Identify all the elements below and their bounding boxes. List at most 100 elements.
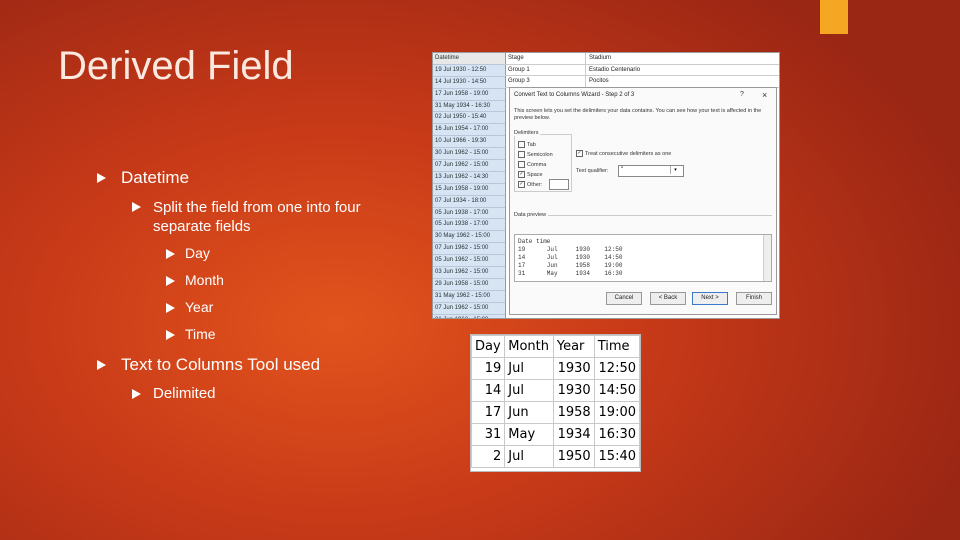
datetime-cell: 01 Jun 1962 - 15:00	[433, 315, 505, 318]
comma-checkbox[interactable]: Comma	[518, 161, 546, 168]
datetime-header: Datetime	[433, 53, 505, 65]
check-icon: ✓	[518, 181, 525, 188]
table-cell: 14:50	[593, 379, 641, 402]
bullet-arrow-icon	[97, 173, 106, 183]
top-grid: Stage Stadium Group 1 Estadio Centenario G…	[505, 53, 779, 88]
datetime-cell: 31 May 1962 - 15:00	[433, 291, 505, 303]
wizard-description: This screen lets you set the delimiters …	[514, 108, 762, 121]
result-table: Day Month Year Time 19 Jul 1930 12:50 14 Jul 1…	[470, 334, 641, 472]
table-cell: 31	[470, 423, 506, 446]
datetime-cell: 07 Jun 1962 - 15:00	[433, 243, 505, 256]
consecutive-delimiters-checkbox[interactable]: ✓ Treat consecutive delimiters as one	[576, 150, 671, 157]
header-time: Time	[593, 335, 641, 358]
table-row: 14 Jul 1930 14:50	[470, 379, 641, 402]
checkbox-label: Semicolon	[527, 151, 553, 158]
grid-cell: Estadio Centenario	[589, 66, 641, 73]
text-qualifier-label: Text qualifier:	[576, 168, 609, 174]
grid-cell: Pocitos	[589, 78, 609, 85]
bullet-split-field: Split the field from one into four separ…	[153, 199, 361, 235]
checkbox-label: Space	[527, 171, 543, 178]
bullet-delimited: Delimited	[153, 385, 216, 402]
finish-button[interactable]: Finish	[736, 292, 772, 305]
table-row: 19 Jul 1930 12:50	[470, 357, 641, 380]
split-fields-table: Day Month Year Time 19 Jul 1930 12:50 14 Jul 1…	[470, 335, 641, 468]
text-to-columns-wizard: Convert Text to Columns Wizard - Step 2 …	[509, 87, 777, 315]
header-month: Month	[504, 335, 554, 358]
next-button[interactable]: Next >	[692, 292, 728, 305]
slide-title: Derived Field	[58, 44, 294, 88]
datetime-cell: 05 Jun 1938 - 17:00	[433, 219, 505, 232]
datetime-cell: 03 Jun 1962 - 15:00	[433, 267, 505, 279]
table-cell: 15:40	[593, 445, 641, 468]
help-icon[interactable]: ?	[740, 91, 744, 98]
table-cell: 1930	[552, 379, 595, 402]
table-row: 31 May 1934 16:30	[470, 423, 641, 446]
table-row: 2 Jul 1950 15:40	[470, 445, 641, 468]
datetime-cell: 10 Jul 1966 - 19:30	[433, 136, 505, 149]
grid-cell: Stadium	[589, 55, 612, 61]
table-cell: 19:00	[593, 401, 641, 424]
datetime-cell: 31 May 1934 - 16:30	[433, 101, 505, 113]
datetime-cell: 19 Jul 1930 - 12:50	[433, 65, 505, 77]
space-checkbox[interactable]: ✓ Space	[518, 171, 543, 178]
datetime-cell: 30 Jun 1962 - 15:00	[433, 148, 505, 161]
bullet-arrow-icon	[166, 330, 175, 340]
datetime-cell: 14 Jul 1930 - 14:50	[433, 77, 505, 89]
table-cell: 19	[470, 357, 506, 380]
grid-cell: Group 3	[505, 76, 586, 87]
back-button[interactable]: < Back	[650, 292, 686, 305]
bullet-datetime: Datetime	[121, 168, 190, 187]
header-year: Year	[552, 335, 595, 358]
table-cell: 1934	[552, 423, 595, 446]
datetime-cell: 17 Jun 1958 - 19:00	[433, 89, 505, 101]
table-cell: 1958	[552, 401, 595, 424]
other-delimiter-input[interactable]	[549, 179, 569, 190]
other-checkbox[interactable]: ✓ Other:	[518, 181, 542, 188]
datetime-cell: 05 Jun 1962 - 15:00	[433, 255, 505, 268]
datetime-cell: 02 Jul 1950 - 15:40	[433, 112, 505, 125]
accent-bar	[820, 0, 848, 34]
table-header-row: Day Month Year Time	[470, 335, 641, 358]
preview-divider	[514, 215, 772, 216]
bullet-month: Month	[185, 272, 224, 288]
close-icon[interactable]: ×	[762, 90, 767, 100]
checkbox-icon	[518, 151, 525, 158]
tab-checkbox[interactable]: Tab	[518, 141, 536, 148]
table-cell: 17	[470, 401, 506, 424]
grid-cell: Stage	[505, 53, 586, 64]
preview-scrollbar[interactable]	[763, 235, 771, 281]
bullet-arrow-icon	[132, 389, 141, 399]
cancel-button[interactable]: Cancel	[606, 292, 642, 305]
data-preview-box[interactable]: Date time 19 Jul 1930 12:50 14 Jul 1930 …	[514, 234, 772, 282]
table-cell: Jul	[504, 357, 554, 380]
table-row: 17 Jun 1958 19:00	[470, 401, 641, 424]
bullet-time: Time	[185, 326, 216, 342]
table-cell: Jun	[504, 401, 554, 424]
excel-wizard-screenshot: Datetime 19 Jul 1930 - 12:50 14 Jul 1930 …	[432, 52, 780, 319]
datetime-cell: 13 Jun 1962 - 14:30	[433, 172, 505, 184]
table-cell: 12:50	[593, 357, 641, 380]
semicolon-checkbox[interactable]: Semicolon	[518, 151, 553, 158]
bullet-year: Year	[185, 299, 214, 315]
check-icon: ✓	[518, 171, 525, 178]
bullet-arrow-icon	[166, 303, 175, 313]
datetime-cell: 16 Jun 1954 - 17:00	[433, 124, 505, 137]
datetime-cell: 15 Jun 1958 - 19:00	[433, 184, 505, 196]
grid-row: Group 1 Estadio Centenario	[505, 64, 779, 77]
delimiters-label: Delimiters	[514, 130, 541, 136]
table-cell: Jul	[504, 445, 554, 468]
grid-cell: Group 1	[505, 64, 586, 76]
table-cell: 2	[470, 445, 506, 468]
datetime-cell: 30 May 1962 - 15:00	[433, 231, 505, 244]
table-cell: Jul	[504, 379, 554, 402]
check-icon: ✓	[576, 150, 583, 157]
datetime-cell: 05 Jun 1938 - 17:00	[433, 208, 505, 220]
checkbox-label: Tab	[527, 141, 536, 148]
checkbox-icon	[518, 161, 525, 168]
checkbox-label: Treat consecutive delimiters as one	[585, 150, 672, 157]
checkbox-icon	[518, 141, 525, 148]
chevron-down-icon[interactable]: ▾	[670, 166, 680, 174]
table-cell: 16:30	[593, 423, 641, 446]
bullet-day: Day	[185, 245, 210, 261]
datetime-column: Datetime 19 Jul 1930 - 12:50 14 Jul 1930 …	[433, 53, 506, 318]
